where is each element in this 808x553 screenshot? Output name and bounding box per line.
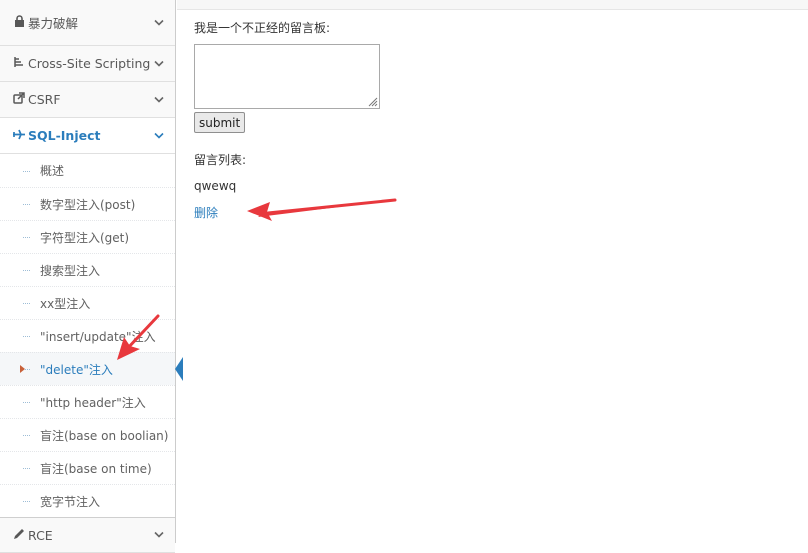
submenu-item-insert-update[interactable]: "insert/update"注入: [0, 319, 175, 352]
caret-right-icon: [20, 365, 25, 373]
chevron-up-icon: [154, 132, 164, 139]
submenu-item-overview[interactable]: 概述: [0, 154, 175, 187]
lock-icon: [12, 15, 26, 30]
external-link-icon: [12, 92, 26, 107]
submenu-item-xx[interactable]: xx型注入: [0, 286, 175, 319]
pencil-icon: [12, 528, 26, 543]
message-text: qwewq: [194, 179, 237, 193]
submenu-item-delete[interactable]: "delete"注入: [0, 352, 183, 385]
sidebar-item-label: CSRF: [28, 92, 61, 107]
sql-inject-submenu: 概述 数字型注入(post) 字符型注入(get) 搜索型注入 xx型注入 "i…: [0, 154, 183, 517]
submit-button[interactable]: submit: [194, 112, 246, 133]
sidebar-item-label: Cross-Site Scripting: [28, 56, 151, 71]
sidebar-item-brute-force[interactable]: 暴力破解: [0, 0, 175, 46]
main-content: 我是一个不正经的留言板: submit 留言列表: qwewq 删除: [177, 0, 808, 543]
board-label: 我是一个不正经的留言板:: [194, 21, 331, 35]
sidebar-item-label: RCE: [28, 527, 53, 543]
sidebar-item-xss[interactable]: Cross-Site Scripting: [0, 46, 175, 82]
message-textarea[interactable]: [194, 44, 380, 109]
chevron-down-icon: [154, 19, 164, 26]
sidebar-item-label: SQL-Inject: [28, 128, 101, 143]
submenu-item-numeric-post[interactable]: 数字型注入(post): [0, 187, 175, 220]
submenu-item-string-get[interactable]: 字符型注入(get): [0, 220, 175, 253]
submenu-item-label: "delete"注入: [40, 362, 113, 377]
sidebar-item-label: 暴力破解: [28, 16, 79, 31]
delete-link[interactable]: 删除: [194, 204, 218, 221]
sidebar: 暴力破解 Cross-Site Scripting CSRF SQL-Injec…: [0, 0, 183, 553]
submenu-item-search[interactable]: 搜索型注入: [0, 253, 175, 286]
list-tree-icon: [12, 56, 26, 71]
sidebar-item-rce[interactable]: RCE: [0, 517, 175, 553]
chevron-down-icon: [154, 531, 164, 538]
submenu-item-wide-byte[interactable]: 宽字节注入: [0, 484, 175, 517]
top-bar: [177, 0, 808, 10]
submenu-item-http-header[interactable]: "http header"注入: [0, 385, 175, 418]
submenu-item-blind-time[interactable]: 盲注(base on time): [0, 451, 175, 484]
plane-icon: [12, 129, 26, 143]
submenu-item-blind-boolian[interactable]: 盲注(base on boolian): [0, 418, 175, 451]
chevron-down-icon: [154, 96, 164, 103]
sidebar-item-sql-inject[interactable]: SQL-Inject: [0, 118, 175, 154]
sidebar-item-csrf[interactable]: CSRF: [0, 82, 175, 118]
chevron-down-icon: [154, 60, 164, 67]
message-list-label: 留言列表:: [194, 153, 247, 167]
